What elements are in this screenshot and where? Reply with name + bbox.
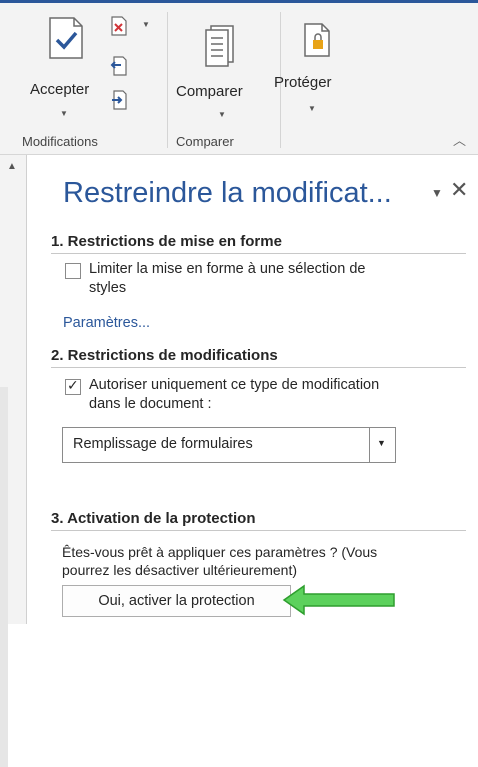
group-compare: Comparer ▼ Comparer — [168, 4, 280, 152]
checkbox-checkmark-icon: ✓ — [67, 377, 79, 393]
scroll-up-icon[interactable]: ▲ — [7, 161, 17, 172]
limit-formatting-checkbox[interactable] — [65, 263, 81, 279]
chevron-down-icon: ▼ — [142, 20, 150, 29]
group-label-modifications: Modifications — [22, 134, 98, 149]
section-heading-editing: 2. Restrictions de modifications — [51, 347, 466, 368]
restrict-editing-pane: Restreindre la modificat... ▼ ✕ 1. Restr… — [27, 155, 478, 624]
chevron-down-icon: ▼ — [218, 110, 226, 119]
reject-button[interactable]: ▼ — [110, 16, 156, 40]
protection-description-line1: Êtes-vous prêt à appliquer ces paramètre… — [62, 544, 378, 560]
pane-title: Restreindre la modificat... — [63, 177, 392, 209]
editing-type-value: Remplissage de formulaires — [73, 436, 253, 452]
accept-icon — [49, 17, 83, 59]
collapse-ribbon-icon[interactable]: ︿ — [453, 130, 466, 149]
ribbon: Accepter ▼ ▼ Modifications Comparer ▼ Co… — [0, 0, 478, 155]
start-enforcing-protection-button[interactable]: Oui, activer la protection — [62, 585, 291, 617]
chevron-down-icon: ▼ — [60, 109, 68, 118]
compare-button[interactable]: Comparer ▼ — [174, 8, 272, 120]
dropdown-arrow-icon: ▼ — [377, 438, 386, 448]
dropdown-button[interactable]: ▼ — [369, 428, 395, 462]
previous-change-button[interactable] — [110, 56, 132, 78]
protect-label: Protéger — [274, 74, 332, 91]
close-icon[interactable]: ✕ — [450, 177, 468, 203]
chevron-down-icon: ▼ — [308, 104, 316, 113]
previous-change-icon — [110, 56, 127, 76]
accept-label: Accepter — [30, 81, 90, 98]
next-change-icon — [112, 90, 127, 110]
accept-button[interactable]: Accepter ▼ — [30, 8, 104, 120]
reject-icon — [111, 16, 127, 36]
settings-link[interactable]: Paramètres... — [63, 315, 150, 331]
limit-formatting-label-line2: styles — [89, 280, 127, 296]
limit-formatting-label-line1: Limiter la mise en forme à une sélection… — [89, 261, 366, 277]
protection-description-line2: pourrez les désactiver ultérieurement) — [62, 562, 297, 578]
compare-label: Comparer — [176, 83, 243, 100]
protect-button[interactable]: Protéger ▼ — [274, 8, 358, 120]
group-label-compare: Comparer — [176, 134, 234, 149]
protect-document-icon — [304, 23, 330, 57]
document-scroll-strip: ▲ — [0, 155, 27, 767]
document-margin — [0, 387, 8, 767]
compare-icon — [205, 25, 234, 67]
section-heading-protection: 3. Activation de la protection — [51, 510, 466, 531]
allow-editing-label-line1: Autoriser uniquement ce type de modifica… — [89, 377, 380, 393]
pointer-arrow-icon — [282, 584, 395, 616]
section-heading-formatting: 1. Restrictions de mise en forme — [51, 233, 466, 254]
ribbon-accent-line — [0, 0, 478, 3]
editing-type-select[interactable]: Remplissage de formulaires ▼ — [62, 427, 396, 463]
next-change-button[interactable] — [110, 90, 132, 112]
group-modifications: Accepter ▼ ▼ Modifications — [0, 4, 167, 152]
pane-options-icon[interactable]: ▼ — [431, 186, 443, 200]
protection-description: Êtes-vous prêt à appliquer ces paramètre… — [62, 543, 472, 579]
allow-editing-type-checkbox[interactable]: ✓ — [65, 377, 81, 395]
allow-editing-label-line2: dans le document : — [89, 396, 212, 412]
